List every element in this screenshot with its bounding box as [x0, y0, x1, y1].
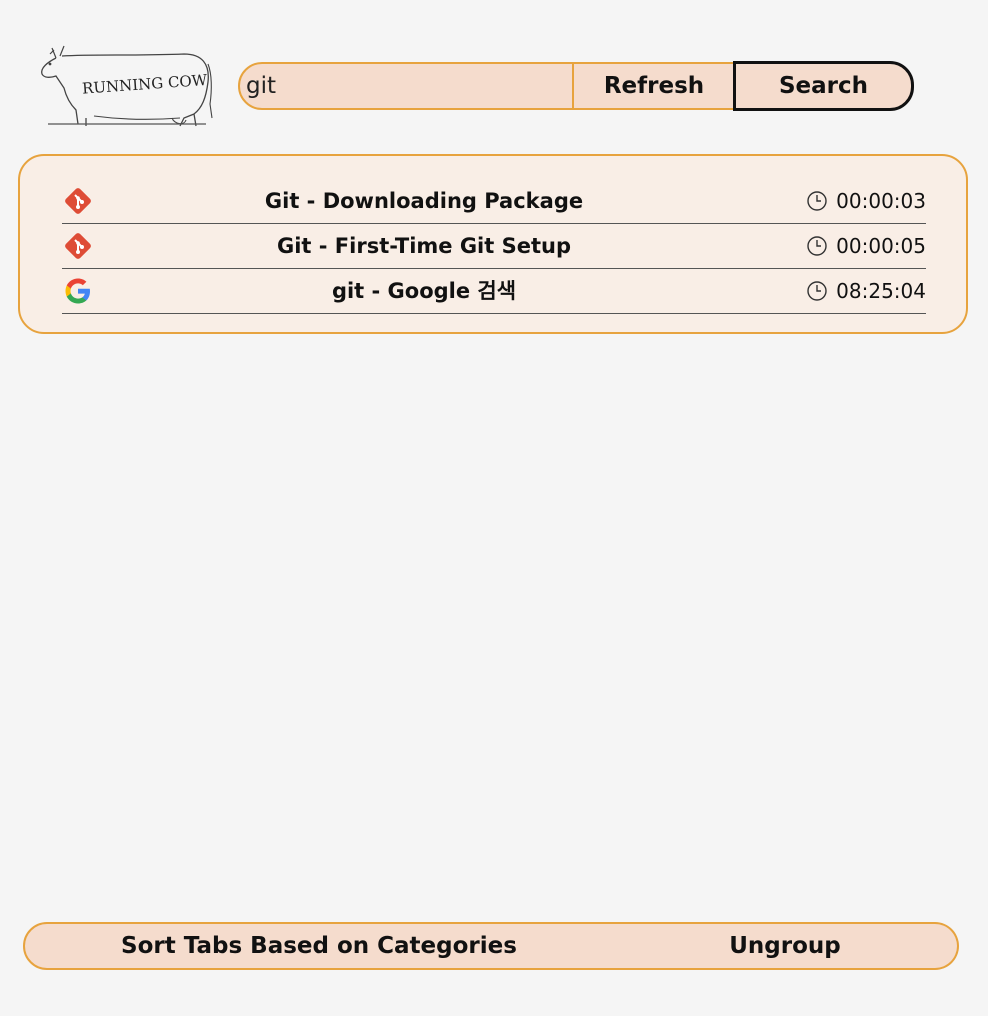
- clock-icon: [806, 280, 828, 302]
- tab-elapsed-time: 00:00:05: [836, 234, 926, 258]
- clock-icon: [806, 190, 828, 212]
- tab-results-list: Git - Downloading Package 00:00:03 Git -…: [18, 154, 968, 334]
- tab-elapsed-time: 08:25:04: [836, 279, 926, 303]
- search-button[interactable]: Search: [733, 61, 914, 111]
- google-icon: [62, 275, 94, 307]
- git-icon: [62, 230, 94, 262]
- refresh-button[interactable]: Refresh: [572, 62, 736, 110]
- tab-result-row[interactable]: Git - Downloading Package 00:00:03: [62, 179, 926, 224]
- footer-actions: Sort Tabs Based on Categories Ungroup: [23, 922, 961, 970]
- tab-elapsed-time: 00:00:03: [836, 189, 926, 213]
- sort-tabs-button[interactable]: Sort Tabs Based on Categories: [23, 922, 615, 970]
- tab-result-row[interactable]: Git - First-Time Git Setup 00:00:05: [62, 224, 926, 269]
- extension-popup: RUNNING COW Refresh Search Git - Downloa…: [0, 0, 988, 1016]
- git-icon: [62, 185, 94, 217]
- logo-text: RUNNING COW: [82, 71, 209, 98]
- running-cow-logo: RUNNING COW: [34, 34, 214, 134]
- search-input[interactable]: [238, 62, 576, 110]
- tab-title: Git - First-Time Git Setup: [276, 234, 571, 258]
- tab-title: git - Google 검색: [331, 279, 517, 303]
- cow-logo-icon: RUNNING COW: [41, 45, 213, 127]
- clock-icon: [806, 235, 828, 257]
- tab-result-row[interactable]: git - Google 검색 08:25:04: [62, 269, 926, 314]
- search-bar: Refresh Search: [238, 61, 914, 111]
- tab-title: Git - Downloading Package: [264, 189, 584, 213]
- ungroup-button[interactable]: Ungroup: [613, 922, 959, 970]
